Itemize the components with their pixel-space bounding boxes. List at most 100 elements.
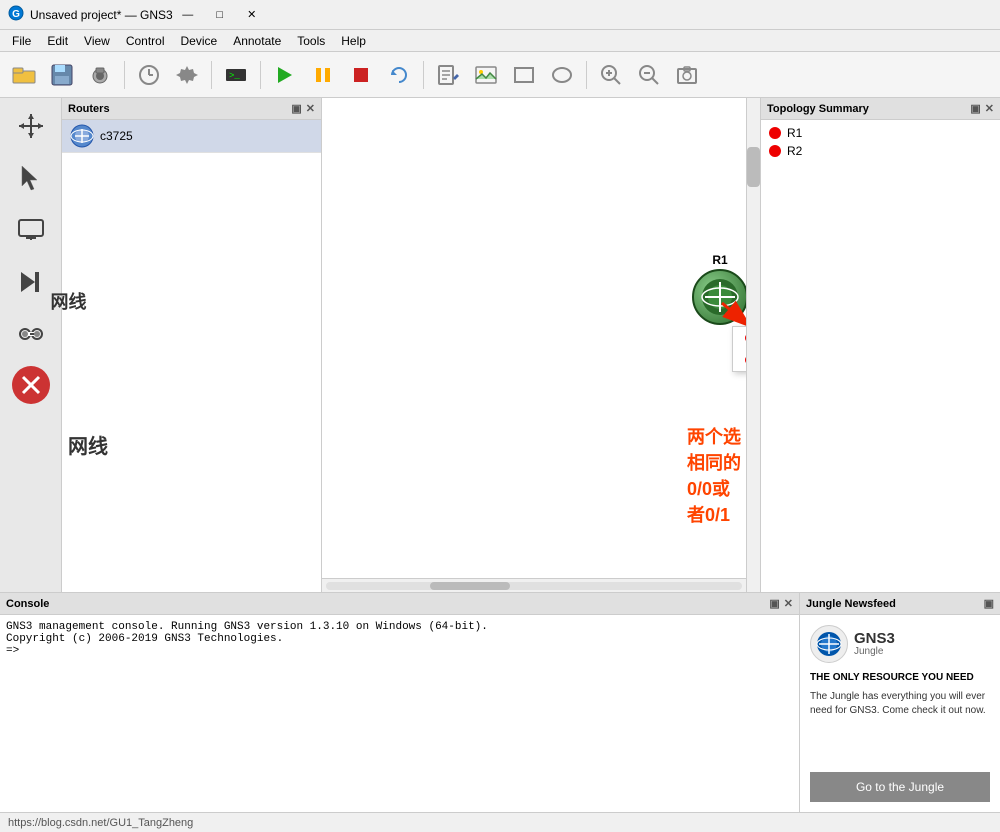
console-line-1: GNS3 management console. Running GNS3 ve…: [6, 621, 793, 633]
jungle-logo-sub: Jungle: [854, 646, 895, 657]
stop-all-button[interactable]: [343, 57, 379, 93]
zoom-out-button[interactable]: [631, 57, 667, 93]
open-folder-button[interactable]: [6, 57, 42, 93]
toolbar: >_: [0, 52, 1000, 98]
topo-item-r1[interactable]: R1: [765, 124, 996, 142]
topology-panel-controls: ▣ ✕: [970, 102, 994, 115]
console-button[interactable]: >_: [218, 57, 254, 93]
reload-button[interactable]: [381, 57, 417, 93]
left-sidebar: 网线: [0, 98, 62, 592]
screenshot-button[interactable]: [669, 57, 705, 93]
menu-item-annotate[interactable]: Annotate: [225, 32, 289, 50]
router-name: c3725: [100, 129, 133, 143]
jungle-panel-header: Jungle Newsfeed ▣: [800, 593, 1000, 615]
toolbar-separator-4: [423, 61, 424, 89]
start-all-button[interactable]: [267, 57, 303, 93]
canvas-area[interactable]: R1 R2: [322, 98, 746, 578]
console-content[interactable]: GNS3 management console. Running GNS3 ve…: [0, 615, 799, 812]
titlebar: G Unsaved project* — GNS3 — □ ✕: [0, 0, 1000, 30]
jungle-goto-button[interactable]: Go to the Jungle: [810, 772, 990, 802]
topo-label-r2: R2: [787, 144, 802, 158]
console-panel: Console ▣ ✕ GNS3 management console. Run…: [0, 593, 800, 812]
disconnect-button[interactable]: [12, 366, 50, 404]
toolbar-separator-3: [260, 61, 261, 89]
edit-button[interactable]: [430, 57, 466, 93]
image-button[interactable]: [468, 57, 504, 93]
console-panel-close-btn[interactable]: ✕: [784, 597, 793, 610]
menu-item-help[interactable]: Help: [333, 32, 374, 50]
interface-dropdown: FastEthernet0/0 FastEthernet0/1: [732, 326, 746, 372]
canvas-scrollbar-v[interactable]: [746, 98, 760, 592]
menu-item-file[interactable]: File: [4, 32, 39, 50]
jungle-panel-float-btn[interactable]: ▣: [984, 597, 994, 610]
console-panel-title: Console: [6, 598, 49, 610]
topo-dot-r1: [769, 127, 781, 139]
iface-dot-fe00: [745, 333, 746, 343]
topo-dot-r2: [769, 145, 781, 157]
title-text: Unsaved project* — GNS3: [30, 8, 173, 22]
snapshot-button[interactable]: [82, 57, 118, 93]
arrow-r2: [322, 98, 746, 578]
ellipse-button[interactable]: [544, 57, 580, 93]
console-panel-header: Console ▣ ✕: [0, 593, 799, 615]
r1-label: R1: [712, 253, 727, 267]
h-scrollbar-thumb[interactable]: [430, 582, 510, 590]
menu-item-view[interactable]: View: [76, 32, 118, 50]
router-item-c3725[interactable]: c3725: [62, 120, 321, 153]
monitor-button[interactable]: [7, 206, 55, 254]
jungle-headline: THE ONLY RESOURCE YOU NEED: [810, 671, 990, 684]
jungle-logo-icon: [810, 625, 848, 663]
menu-item-device[interactable]: Device: [173, 32, 226, 50]
topology-panel-close-btn[interactable]: ✕: [985, 102, 994, 115]
history-button[interactable]: [131, 57, 167, 93]
routers-panel-float-btn[interactable]: ▣: [291, 102, 301, 115]
toolbar-separator-5: [586, 61, 587, 89]
routers-panel-controls: ▣ ✕: [291, 102, 315, 115]
statusbar-text: https://blog.csdn.net/GU1_TangZheng: [8, 817, 193, 829]
pan-button[interactable]: [7, 102, 55, 150]
iface-item-fe00[interactable]: FastEthernet0/0: [733, 327, 746, 349]
topo-item-r2[interactable]: R2: [765, 142, 996, 160]
step-button[interactable]: [7, 258, 55, 306]
routers-panel-close-btn[interactable]: ✕: [306, 102, 315, 115]
topology-panel-float-btn[interactable]: ▣: [970, 102, 980, 115]
router-r1[interactable]: R1: [692, 253, 746, 325]
routers-list: c3725: [62, 120, 321, 592]
jungle-panel: Jungle Newsfeed ▣ GNS3 Jung: [800, 593, 1000, 812]
jungle-body: The Jungle has everything you will ever …: [810, 690, 990, 764]
suspend-all-button[interactable]: [305, 57, 341, 93]
rect-button[interactable]: [506, 57, 542, 93]
cable-label: 网线: [51, 288, 87, 314]
menu-item-edit[interactable]: Edit: [39, 32, 76, 50]
router-icon: [70, 124, 94, 148]
preferences-button[interactable]: [169, 57, 205, 93]
minimize-button[interactable]: —: [173, 5, 203, 25]
console-panel-float-btn[interactable]: ▣: [769, 597, 779, 610]
v-scrollbar-thumb[interactable]: [747, 147, 760, 187]
pointer-button[interactable]: [7, 154, 55, 202]
arrow-r1-dropdown: [322, 98, 746, 578]
jungle-logo: GNS3 Jungle: [810, 625, 990, 663]
menu-item-control[interactable]: Control: [118, 32, 173, 50]
svg-text:>_: >_: [229, 71, 240, 81]
topology-list: R1 R2: [761, 120, 1000, 592]
app-icon: G: [8, 5, 24, 24]
window-controls: — □ ✕: [173, 5, 267, 25]
canvas-scrollbar-h[interactable]: [322, 578, 746, 592]
topology-panel: Topology Summary ▣ ✕ R1 R2: [760, 98, 1000, 592]
console-panel-controls: ▣ ✕: [769, 597, 793, 610]
iface-dot-fe01: [745, 355, 746, 365]
close-button[interactable]: ✕: [237, 5, 267, 25]
r1-icon[interactable]: [692, 269, 746, 325]
menu-item-tools[interactable]: Tools: [289, 32, 333, 50]
save-button[interactable]: [44, 57, 80, 93]
maximize-button[interactable]: □: [205, 5, 235, 25]
topo-label-r1: R1: [787, 126, 802, 140]
toolbar-separator-1: [124, 61, 125, 89]
link-devices-button[interactable]: [7, 310, 55, 358]
iface-item-fe01[interactable]: FastEthernet0/1: [733, 349, 746, 371]
jungle-panel-controls: ▣: [984, 597, 994, 610]
jungle-panel-title: Jungle Newsfeed: [806, 598, 896, 610]
jungle-content: GNS3 Jungle THE ONLY RESOURCE YOU NEED T…: [800, 615, 1000, 812]
zoom-in-button[interactable]: [593, 57, 629, 93]
